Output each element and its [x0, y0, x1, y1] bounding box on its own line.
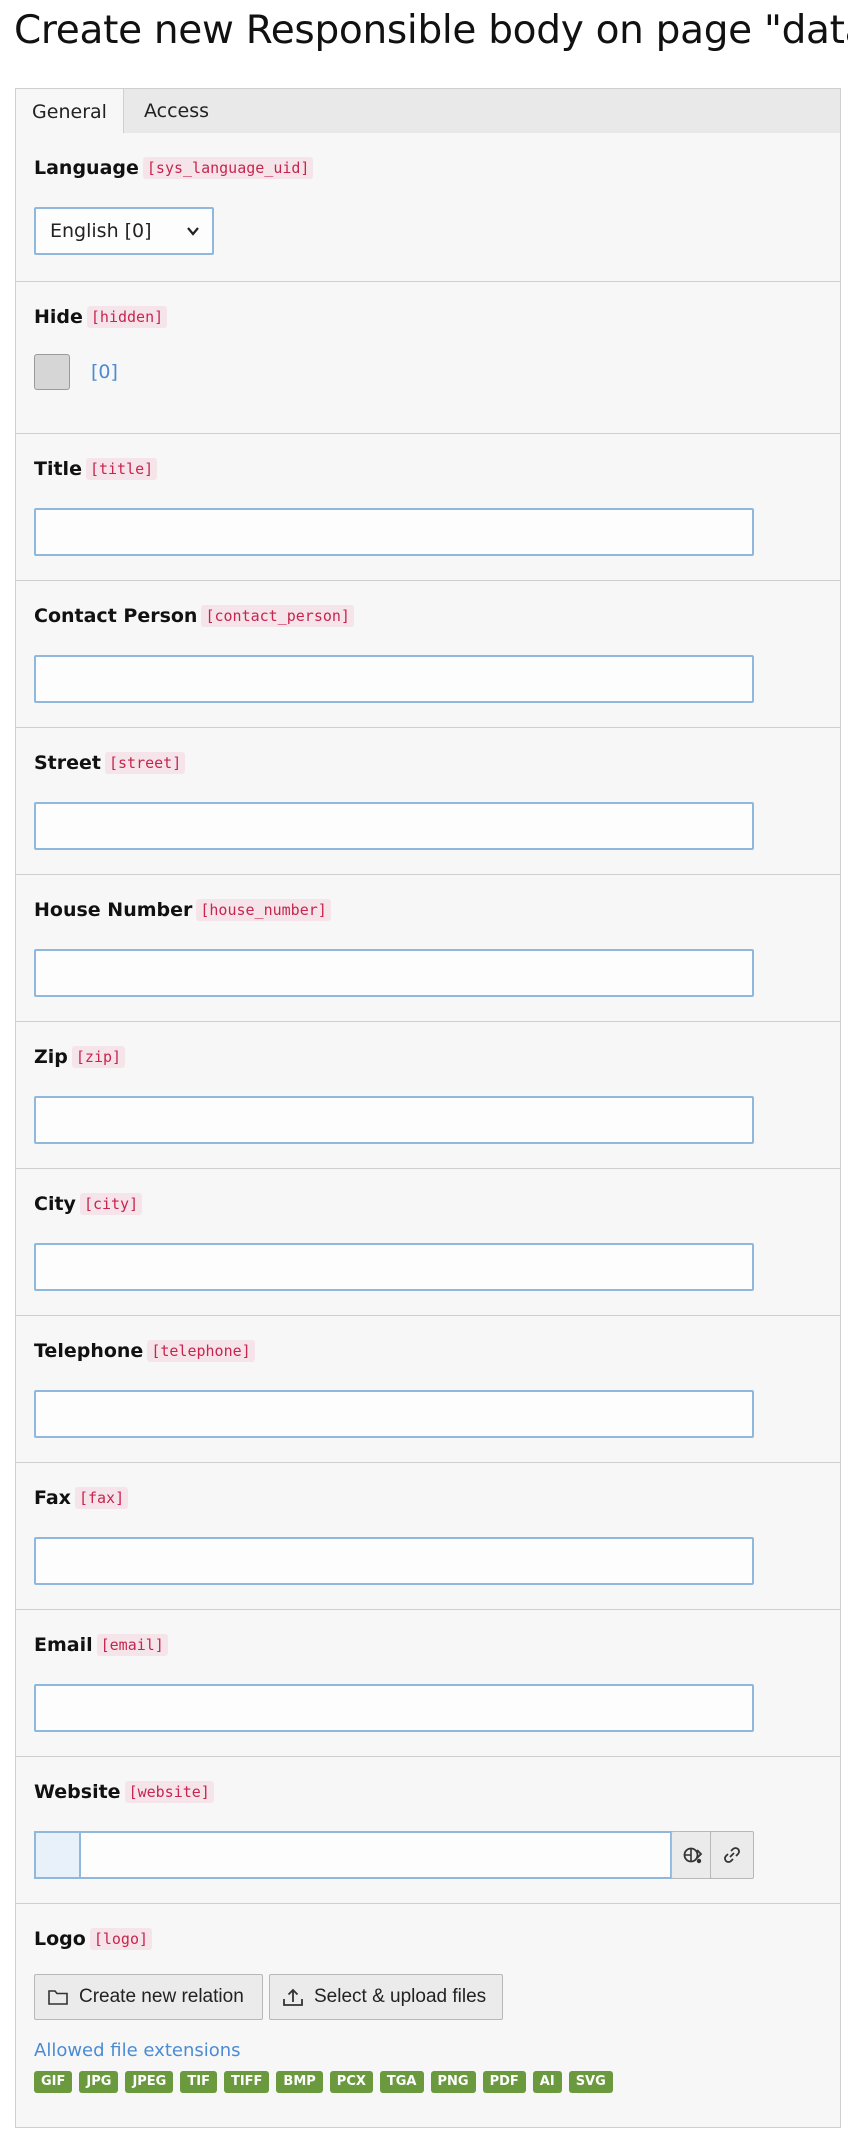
chevron-down-icon [186, 209, 200, 271]
field-label: Website [website] [34, 1781, 214, 1803]
extension-badge: PNG [430, 2071, 476, 2093]
field-telephone: Telephone [telephone] [16, 1316, 840, 1463]
field-code: [contact_person] [201, 605, 354, 627]
field-label: City [city] [34, 1193, 143, 1215]
language-select[interactable]: English [0] [34, 207, 214, 255]
contact-person-input[interactable] [34, 655, 754, 703]
field-contact-person: Contact Person [contact_person] [16, 581, 840, 728]
field-code: [logo] [89, 1928, 153, 1950]
link-browser-button[interactable] [671, 1831, 715, 1879]
field-label: Title [title] [34, 458, 158, 480]
field-website: Website [website] [16, 1757, 840, 1904]
extension-badge: GIF [34, 2071, 73, 2093]
street-input[interactable] [34, 802, 754, 850]
tab-bar: General Access [15, 88, 841, 135]
field-zip: Zip [zip] [16, 1022, 840, 1169]
extension-badge: TIF [180, 2071, 217, 2093]
extension-badge: BMP [276, 2071, 323, 2093]
field-city: City [city] [16, 1169, 840, 1316]
field-hidden: Hide [hidden] [0] [16, 282, 840, 434]
link-browser-icon [682, 1844, 704, 1865]
field-code: [zip] [71, 1046, 126, 1068]
field-code: [house_number] [196, 899, 331, 921]
extension-badge: SVG [568, 2071, 613, 2093]
tab-access[interactable]: Access [144, 88, 209, 135]
field-label: Logo [logo] [34, 1928, 153, 1950]
link-button[interactable] [710, 1831, 754, 1879]
field-label: Contact Person [contact_person] [34, 605, 354, 627]
field-code: [fax] [74, 1487, 129, 1509]
page-title: Create new Responsible body on page "dat… [14, 8, 848, 53]
hidden-value: [0] [91, 361, 118, 383]
field-street: Street [street] [16, 728, 840, 875]
field-house-number: House Number [house_number] [16, 875, 840, 1022]
field-label: Language [sys_language_uid] [34, 157, 314, 179]
field-label: Email [email] [34, 1634, 168, 1656]
upload-icon [280, 1975, 306, 2035]
allowed-extensions-toggle[interactable]: Allowed file extensions [34, 2040, 241, 2061]
field-logo: Logo [logo] Create new relation Select & … [16, 1904, 840, 2128]
field-label: Zip [zip] [34, 1046, 126, 1068]
field-title: Title [title] [16, 434, 840, 581]
folder-icon [45, 1975, 71, 2035]
extension-badge: PDF [482, 2071, 526, 2093]
link-icon [722, 1844, 742, 1865]
field-language: Language [sys_language_uid] English [0] [16, 133, 840, 282]
field-label: Hide [hidden] [34, 306, 168, 328]
city-input[interactable] [34, 1243, 754, 1291]
house-number-input[interactable] [34, 949, 754, 997]
field-fax: Fax [fax] [16, 1463, 840, 1610]
extension-badge: JPEG [125, 2071, 174, 2093]
zip-input[interactable] [34, 1096, 754, 1144]
website-input[interactable] [79, 1831, 672, 1879]
website-link-prefix [34, 1831, 80, 1879]
field-label: Telephone [telephone] [34, 1340, 255, 1362]
extension-badge: JPG [79, 2071, 119, 2093]
extension-badge: TGA [379, 2071, 424, 2093]
field-code: [sys_language_uid] [142, 157, 314, 179]
field-code: [hidden] [86, 306, 168, 328]
extension-badge: AI [532, 2071, 562, 2093]
field-code: [street] [105, 752, 186, 774]
title-input[interactable] [34, 508, 754, 556]
tab-general[interactable]: General [15, 88, 124, 135]
extension-badge: PCX [329, 2071, 373, 2093]
fax-input[interactable] [34, 1537, 754, 1585]
field-label: House Number [house_number] [34, 899, 331, 921]
field-code: [website] [124, 1781, 214, 1803]
field-code: [email] [96, 1634, 168, 1656]
extension-badges: GIF JPG JPEG TIF TIFF BMP PCX TGA PNG PDF AI SVG [34, 2070, 620, 2094]
select-upload-button[interactable]: Select & upload files [269, 1974, 503, 2020]
telephone-input[interactable] [34, 1390, 754, 1438]
field-label: Fax [fax] [34, 1487, 129, 1509]
form-panel: Language [sys_language_uid] English [0] H… [15, 133, 841, 2128]
email-input[interactable] [34, 1684, 754, 1732]
field-code: [title] [85, 458, 158, 480]
create-relation-button[interactable]: Create new relation [34, 1974, 263, 2020]
field-code: [telephone] [147, 1340, 255, 1362]
field-label: Street [street] [34, 752, 186, 774]
hidden-checkbox[interactable] [34, 354, 70, 390]
field-code: [city] [79, 1193, 143, 1215]
extension-badge: TIFF [223, 2071, 270, 2093]
field-email: Email [email] [16, 1610, 840, 1757]
